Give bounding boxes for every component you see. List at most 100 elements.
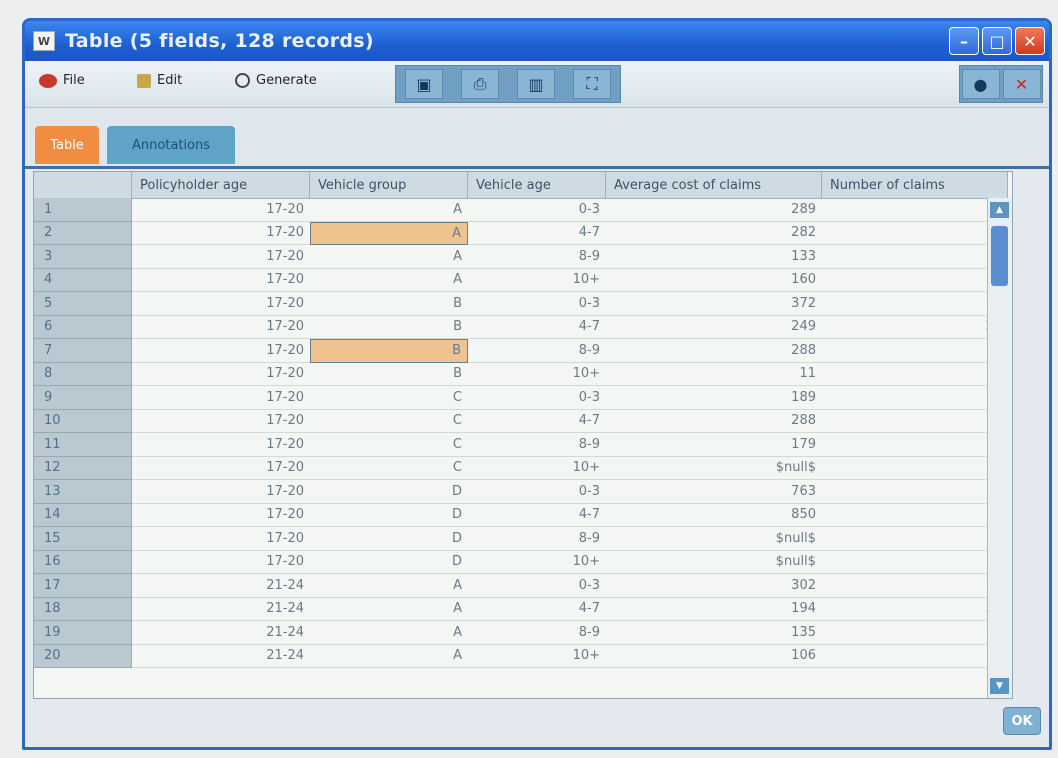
policyholder-age-cell[interactable]: 17-20 xyxy=(132,433,310,457)
row-number[interactable]: 16 xyxy=(34,550,132,574)
policyholder-age-cell[interactable]: 17-20 xyxy=(132,316,310,339)
number-of-claims-cell[interactable]: 3 xyxy=(822,480,1008,504)
row-number[interactable]: 9 xyxy=(34,386,132,410)
row-number[interactable]: 5 xyxy=(34,292,132,316)
average-cost-cell[interactable]: 133 xyxy=(606,245,822,269)
row-number[interactable]: 1 xyxy=(34,198,132,222)
column-header[interactable]: Number of claims xyxy=(822,172,1008,198)
chart-icon[interactable]: ▥ xyxy=(517,69,555,99)
policyholder-age-cell[interactable]: 17-20 xyxy=(132,410,310,433)
average-cost-cell[interactable]: 160 xyxy=(606,269,822,292)
number-of-claims-cell[interactable]: 0 xyxy=(822,551,1008,574)
table-row[interactable]: 1417-20D4-78502 xyxy=(34,503,1008,527)
average-cost-cell[interactable]: 179 xyxy=(606,433,822,457)
vehicle-age-cell[interactable]: 10+ xyxy=(468,363,606,386)
tab-annotations[interactable]: Annotations xyxy=(107,126,235,164)
average-cost-cell[interactable]: $null$ xyxy=(606,527,822,551)
vehicle-group-cell[interactable]: B xyxy=(310,363,468,386)
vehicle-group-cell[interactable]: C xyxy=(310,410,468,433)
table-row[interactable]: 417-20A10+1601 xyxy=(34,268,1008,292)
number-of-claims-cell[interactable]: 1 xyxy=(822,363,1008,386)
vehicle-group-cell[interactable]: B xyxy=(310,292,468,316)
row-number[interactable]: 7 xyxy=(34,339,132,363)
average-cost-cell[interactable]: 763 xyxy=(606,480,822,504)
save-icon[interactable]: ▣ xyxy=(405,69,443,99)
vehicle-age-cell[interactable]: 4-7 xyxy=(468,410,606,433)
policyholder-age-cell[interactable]: 17-20 xyxy=(132,363,310,386)
close-view-icon[interactable]: ✕ xyxy=(1002,69,1041,99)
table-row[interactable]: 1921-24A8-913510 xyxy=(34,621,1008,645)
average-cost-cell[interactable]: 850 xyxy=(606,504,822,527)
table-row[interactable]: 1017-20C4-728813 xyxy=(34,409,1008,433)
vehicle-age-cell[interactable]: 10+ xyxy=(468,457,606,480)
ok-button[interactable]: OK xyxy=(1003,707,1041,735)
vehicle-age-cell[interactable]: 10+ xyxy=(468,551,606,574)
vehicle-age-cell[interactable]: 0-3 xyxy=(468,574,606,598)
average-cost-cell[interactable]: 289 xyxy=(606,198,822,222)
row-number[interactable]: 13 xyxy=(34,480,132,504)
number-of-claims-cell[interactable]: 10 xyxy=(822,292,1008,316)
table-row[interactable]: 1617-20D10+$null$0 xyxy=(34,550,1008,574)
table-row[interactable]: 1217-20C10+$null$0 xyxy=(34,456,1008,480)
minimize-icon[interactable]: – xyxy=(949,27,979,55)
vehicle-group-cell[interactable]: A xyxy=(310,245,468,269)
row-number[interactable]: 19 xyxy=(34,621,132,645)
average-cost-cell[interactable]: $null$ xyxy=(606,551,822,574)
average-cost-cell[interactable]: $null$ xyxy=(606,457,822,480)
help-icon[interactable]: ● xyxy=(961,69,1000,99)
vehicle-group-cell[interactable]: A xyxy=(310,645,468,668)
vehicle-age-cell[interactable]: 0-3 xyxy=(468,292,606,316)
number-of-claims-cell[interactable]: 0 xyxy=(822,457,1008,480)
row-number[interactable]: 12 xyxy=(34,456,132,480)
number-of-claims-cell[interactable]: 4 xyxy=(822,245,1008,269)
maximize-icon[interactable]: □ xyxy=(982,27,1012,55)
scroll-down-icon[interactable]: ▼ xyxy=(990,678,1009,694)
vehicle-group-cell[interactable]: D xyxy=(310,551,468,574)
policyholder-age-cell[interactable]: 17-20 xyxy=(132,504,310,527)
number-of-claims-cell[interactable]: 28 xyxy=(822,316,1008,339)
vehicle-age-cell[interactable]: 8-9 xyxy=(468,245,606,269)
policyholder-age-cell[interactable]: 17-20 xyxy=(132,386,310,410)
generate-menu[interactable]: Generate xyxy=(235,73,317,88)
average-cost-cell[interactable]: 288 xyxy=(606,410,822,433)
number-of-claims-cell[interactable]: 2 xyxy=(822,504,1008,527)
number-of-claims-cell[interactable]: 31 xyxy=(822,598,1008,621)
title-bar[interactable]: W Table (5 fields, 128 records) – □ ✕ xyxy=(25,21,1049,61)
vehicle-group-cell[interactable]: A xyxy=(310,574,468,598)
average-cost-cell[interactable]: 194 xyxy=(606,598,822,621)
row-number[interactable]: 3 xyxy=(34,245,132,269)
vehicle-group-cell[interactable]: B xyxy=(310,339,468,363)
vehicle-group-cell[interactable]: D xyxy=(310,480,468,504)
row-number[interactable]: 2 xyxy=(34,221,132,245)
policyholder-age-cell[interactable]: 17-20 xyxy=(132,292,310,316)
close-icon[interactable]: ✕ xyxy=(1015,27,1045,55)
policyholder-age-cell[interactable]: 17-20 xyxy=(132,480,310,504)
row-number[interactable]: 8 xyxy=(34,362,132,386)
column-header[interactable]: Vehicle age xyxy=(468,172,606,198)
number-of-claims-cell[interactable]: 4 xyxy=(822,645,1008,668)
edit-menu[interactable]: Edit xyxy=(137,73,182,88)
scroll-thumb[interactable] xyxy=(991,226,1008,286)
average-cost-cell[interactable]: 135 xyxy=(606,621,822,645)
table-row[interactable]: 1821-24A4-719431 xyxy=(34,597,1008,621)
average-cost-cell[interactable]: 302 xyxy=(606,574,822,598)
print-icon[interactable]: ⎙ xyxy=(461,69,499,99)
policyholder-age-cell[interactable]: 17-20 xyxy=(132,222,310,245)
vehicle-group-cell[interactable]: C xyxy=(310,457,468,480)
row-number[interactable]: 14 xyxy=(34,503,132,527)
vehicle-age-cell[interactable]: 4-7 xyxy=(468,316,606,339)
number-of-claims-cell[interactable]: 9 xyxy=(822,386,1008,410)
number-of-claims-cell[interactable]: 13 xyxy=(822,410,1008,433)
file-menu[interactable]: File xyxy=(39,73,85,88)
table-row[interactable]: 717-20B8-92881 xyxy=(34,339,1008,363)
table-row[interactable]: 517-20B0-337210 xyxy=(34,292,1008,316)
row-number[interactable]: 17 xyxy=(34,574,132,598)
vehicle-group-cell[interactable]: C xyxy=(310,386,468,410)
average-cost-cell[interactable]: 288 xyxy=(606,339,822,363)
number-of-claims-cell[interactable]: 0 xyxy=(822,527,1008,551)
row-number-header[interactable] xyxy=(34,172,132,198)
policyholder-age-cell[interactable]: 21-24 xyxy=(132,645,310,668)
policyholder-age-cell[interactable]: 17-20 xyxy=(132,269,310,292)
row-number[interactable]: 15 xyxy=(34,527,132,551)
tab-table[interactable]: Table xyxy=(35,126,99,164)
